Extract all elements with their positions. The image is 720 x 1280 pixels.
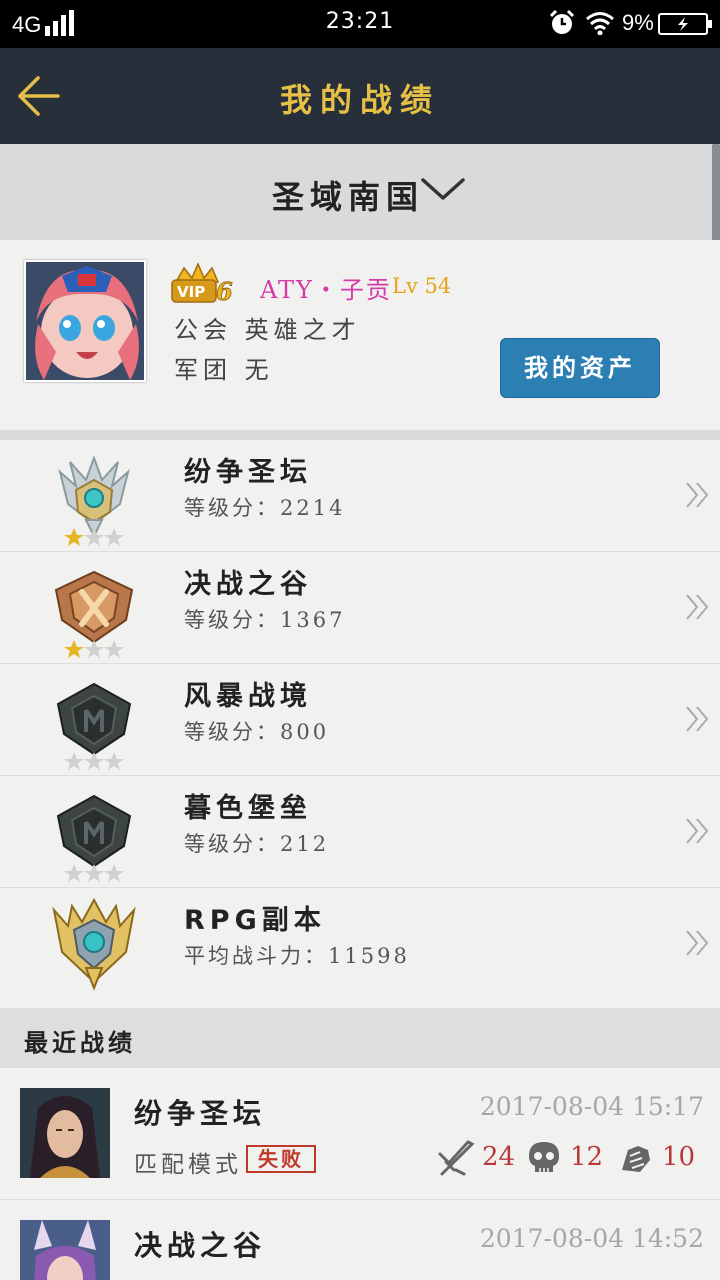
match-time: 2017-08-04 14:52	[479, 1224, 704, 1253]
my-assets-button[interactable]: 我的资产	[500, 338, 660, 398]
svg-text:6: 6	[216, 277, 233, 306]
avatar[interactable]	[24, 260, 146, 382]
match-time: 2017-08-04 15:17	[479, 1092, 704, 1121]
vip-badge-icon: VIP 6	[171, 262, 233, 306]
list-item-mode[interactable]: 暮色堡垒 等级分：212	[0, 776, 720, 888]
list-item-mode[interactable]: RPG副本 平均战斗力：11598	[0, 888, 720, 1008]
server-name: 圣域南国	[272, 178, 425, 216]
double-chevron-right-icon	[686, 706, 709, 732]
guild-info: 公会 英雄之才	[174, 316, 361, 344]
sword-icon	[438, 1140, 475, 1176]
status-bar: 4G 23:21 9%	[0, 0, 720, 48]
dark-shield-emblem-icon	[56, 794, 132, 882]
recent-section-header: 最近战绩	[0, 1008, 720, 1068]
player-profile: VIP 6 ATY・子贡 Lv 54 公会 英雄之才 军团 无 我的资产	[0, 240, 720, 430]
list-item-mode[interactable]: 风暴战境 等级分：800	[0, 664, 720, 776]
match-mode: 决战之谷	[134, 1229, 267, 1262]
wifi-icon	[586, 12, 614, 35]
list-item-mode[interactable]: 纷争圣坛 等级分：2214	[0, 440, 720, 552]
mode-score: 等级分：800	[184, 720, 330, 744]
top-bar: 我的战绩	[0, 48, 720, 144]
handshake-icon	[622, 1146, 650, 1172]
battery-percent: 9%	[622, 10, 654, 35]
double-chevron-right-icon	[686, 930, 709, 956]
match-list: 纷争圣坛 2017-08-04 15:17 匹配模式 失败 24 12 10 决…	[0, 1068, 720, 1280]
mode-score: 平均战斗力：11598	[184, 944, 410, 968]
silver-emblem-icon	[58, 455, 130, 546]
gold-crown-emblem-icon	[52, 897, 136, 991]
hero-avatar	[20, 1220, 110, 1280]
deaths-count: 12	[570, 1142, 604, 1172]
double-chevron-right-icon	[686, 594, 709, 620]
mode-name: 纷争圣坛	[184, 457, 312, 488]
double-chevron-right-icon	[686, 482, 709, 508]
mode-name: 风暴战境	[184, 681, 312, 712]
mode-name: 暮色堡垒	[184, 793, 312, 824]
match-mode: 纷争圣坛	[134, 1097, 267, 1130]
mode-score: 等级分：2214	[184, 496, 346, 520]
hero-avatar	[20, 1088, 110, 1178]
page-title: 我的战绩	[279, 81, 440, 119]
chevron-down-icon	[421, 178, 465, 200]
mode-list: 纷争圣坛 等级分：2214 决战之谷 等级分：1367 风暴战境 等级分：800…	[0, 440, 720, 1008]
battery-icon	[658, 13, 712, 35]
legion-info: 军团 无	[174, 356, 274, 384]
mode-name: 决战之谷	[184, 569, 312, 600]
section-divider	[0, 430, 720, 440]
player-name: ATY・子贡	[260, 276, 392, 304]
mode-score: 等级分：1367	[184, 608, 346, 632]
match-type: 匹配模式	[134, 1152, 242, 1178]
player-level: Lv 54	[392, 274, 452, 298]
mode-name: RPG副本	[184, 905, 326, 936]
dark-shield-emblem-icon	[56, 682, 132, 770]
section-title: 最近战绩	[24, 1029, 136, 1057]
match-item[interactable]: 决战之谷 2017-08-04 14:52	[0, 1200, 720, 1280]
mode-score: 等级分：212	[184, 832, 330, 856]
alarm-icon	[549, 10, 575, 34]
skull-icon	[529, 1142, 559, 1172]
double-chevron-right-icon	[686, 818, 709, 844]
server-selector[interactable]: 圣域南国	[0, 144, 720, 240]
assists-count: 10	[662, 1142, 696, 1172]
kills-count: 24	[482, 1142, 516, 1172]
list-item-mode[interactable]: 决战之谷 等级分：1367	[0, 552, 720, 664]
svg-text:VIP: VIP	[177, 283, 205, 301]
bronze-emblem-icon	[54, 570, 134, 658]
match-item[interactable]: 纷争圣坛 2017-08-04 15:17 匹配模式 失败 24 12 10	[0, 1068, 720, 1200]
match-result-badge: 失败	[246, 1145, 316, 1173]
